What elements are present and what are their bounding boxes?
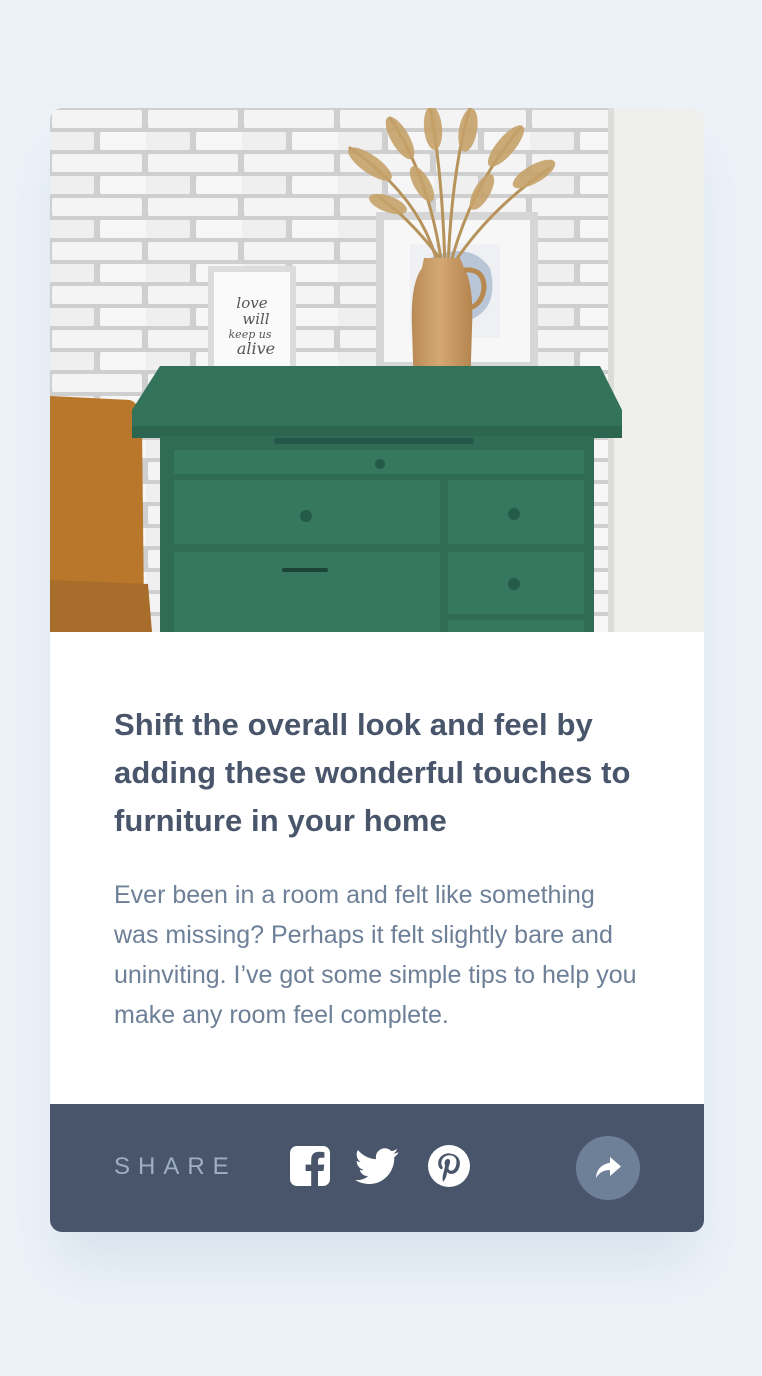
share-arrow-icon	[596, 1157, 621, 1178]
share-button[interactable]	[576, 1136, 640, 1200]
article-image: love will keep us alive	[50, 108, 704, 632]
twitter-icon[interactable]	[355, 1144, 399, 1188]
article-excerpt: Ever been in a room and felt like someth…	[114, 881, 637, 1029]
article-preview-card: love will keep us alive Shift the overal…	[50, 108, 704, 1232]
pinterest-icon[interactable]	[427, 1144, 471, 1188]
frame-text-4: alive	[237, 339, 275, 358]
share-label: SHARE	[114, 1153, 237, 1180]
article-title[interactable]: Shift the overall look and feel by addin…	[114, 701, 644, 845]
facebook-icon[interactable]	[288, 1144, 332, 1188]
article-content: Shift the overall look and feel by addin…	[114, 632, 644, 1035]
frame-text-2: will	[242, 310, 269, 328]
share-bar: SHARE	[50, 1104, 704, 1232]
